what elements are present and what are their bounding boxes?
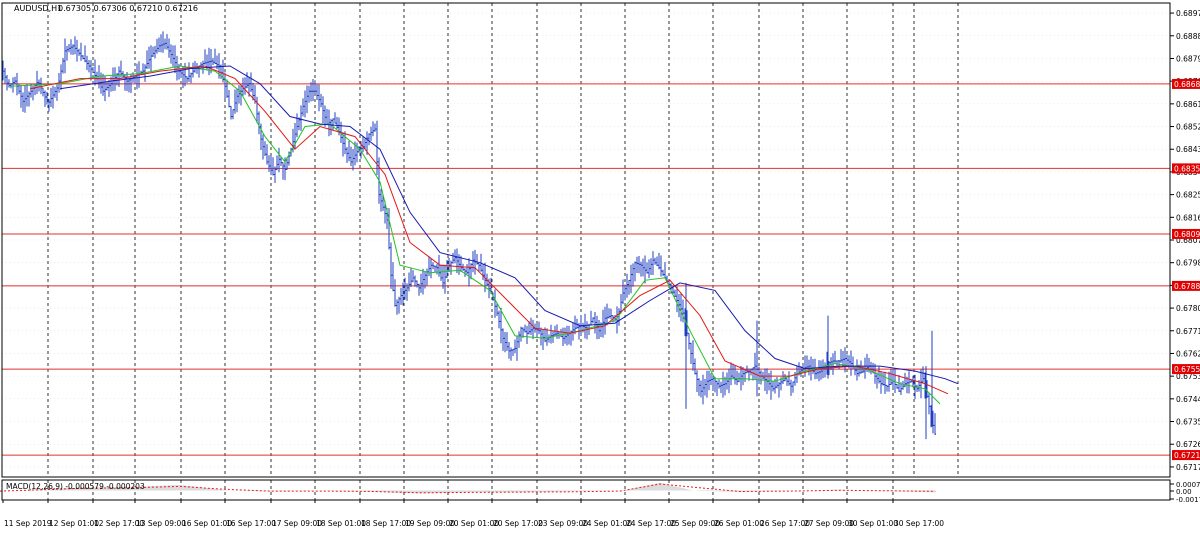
y-tick-label: 0.68610	[1176, 100, 1200, 109]
y-tick-label: 0.67260	[1176, 440, 1200, 449]
x-tick-label: 13 Sep 09:00	[136, 519, 186, 528]
y-tick-label: 0.68520	[1176, 123, 1200, 132]
y-tick-label: 0.67440	[1176, 395, 1200, 404]
y-tick-label: 0.67980	[1176, 259, 1200, 268]
y-tick-label: 0.68430	[1176, 145, 1200, 154]
level-badge-label: 0.67558	[1174, 365, 1200, 374]
x-tick-label: 12 Sep 01:00	[49, 519, 99, 528]
x-tick-label: 18 Sep 17:00	[361, 519, 411, 528]
x-tick-label: 26 Sep 17:00	[760, 519, 810, 528]
x-tick-label: 24 Sep 01:00	[582, 519, 632, 528]
x-tick-label: 16 Sep 17:00	[226, 519, 276, 528]
y-tick-label: 0.68880	[1176, 32, 1200, 41]
x-tick-label: 18 Sep 01:00	[316, 519, 366, 528]
trading-chart[interactable]: 0.689700.688800.687900.687000.686100.685…	[0, 0, 1200, 531]
y-tick-label: 0.68790	[1176, 54, 1200, 63]
x-tick-label: 23 Sep 09:00	[538, 519, 588, 528]
ohlc-readout: 0.67305 0.67306 0.67210 0.67216	[58, 4, 198, 13]
y-tick-label: 0.67710	[1176, 327, 1200, 336]
x-tick-label: 26 Sep 01:00	[714, 519, 764, 528]
x-tick-label: 17 Sep 09:00	[272, 519, 322, 528]
x-tick-label: 11 Sep 2019	[4, 519, 52, 528]
chart-canvas: 0.689700.688800.687900.687000.686100.685…	[0, 0, 1200, 531]
level-badge-label: 0.68689	[1174, 80, 1200, 89]
x-tick-label: 27 Sep 09:00	[804, 519, 854, 528]
level-badge-label: 0.67888	[1174, 282, 1200, 291]
macd-tick-label: -0.00171	[1176, 496, 1200, 504]
macd-label: MACD(12,26,9) -0.000579 -0.000203	[6, 482, 145, 491]
x-tick-label: 25 Sep 09:00	[670, 519, 720, 528]
x-tick-label: 30 Sep 17:00	[894, 519, 944, 528]
y-tick-label: 0.68250	[1176, 191, 1200, 200]
x-tick-label: 30 Sep 01:00	[848, 519, 898, 528]
x-tick-label: 24 Sep 17:00	[626, 519, 676, 528]
x-tick-label: 20 Sep 17:00	[493, 519, 543, 528]
y-tick-label: 0.68970	[1176, 9, 1200, 18]
x-tick-label: 16 Sep 01:00	[182, 519, 232, 528]
x-tick-label: 20 Sep 01:00	[449, 519, 499, 528]
level-badge-label: 0.68094	[1174, 230, 1200, 239]
macd-tick-label: 0.00	[1176, 488, 1192, 496]
y-tick-label: 0.67170	[1176, 463, 1200, 472]
y-tick-label: 0.68160	[1176, 213, 1200, 222]
level-badge-label: 0.68354	[1174, 164, 1200, 173]
y-tick-label: 0.67350	[1176, 418, 1200, 427]
x-tick-label: 19 Sep 09:00	[405, 519, 455, 528]
y-tick-label: 0.67620	[1176, 349, 1200, 358]
symbol-label: AUDUSD,H1	[14, 4, 62, 13]
chart-background	[0, 0, 1200, 531]
level-badge-label: 0.67217	[1174, 451, 1200, 460]
y-tick-label: 0.67800	[1176, 304, 1200, 313]
